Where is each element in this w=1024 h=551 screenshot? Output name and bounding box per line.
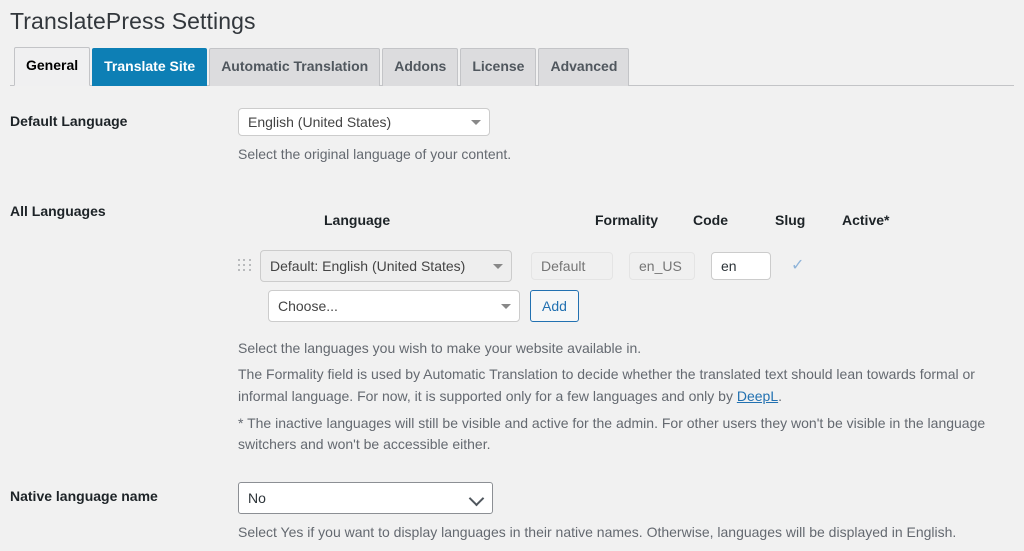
row-formality-input[interactable]	[531, 251, 613, 280]
deepl-trailing-text: .	[778, 388, 783, 405]
choose-language-select[interactable]: Choose...	[268, 289, 520, 322]
choose-language-placeholder: Choose...	[278, 297, 338, 314]
add-language-button[interactable]: Add	[530, 289, 579, 322]
languages-description-2: The Formality field is used by Automatic…	[238, 364, 1008, 407]
tab-general[interactable]: General	[14, 47, 91, 86]
drag-handle-icon[interactable]	[238, 258, 252, 273]
all-languages-row: All Languages Language Formality Code Sl…	[0, 202, 1024, 456]
languages-description-3: * The inactive languages will still be v…	[238, 414, 986, 453]
default-language-row: Default Language English (United States)…	[0, 100, 1024, 166]
column-header-formality: Formality	[595, 211, 659, 228]
check-icon[interactable]: ✓	[791, 257, 804, 274]
languages-description-1: Select the languages you wish to make yo…	[238, 339, 642, 356]
tab-license[interactable]: License	[460, 48, 537, 86]
row-code-input[interactable]	[629, 251, 695, 280]
tab-automatic-translation[interactable]: Automatic Translation	[209, 48, 381, 86]
tab-advanced[interactable]: Advanced	[538, 48, 630, 86]
formality-description-text: The Formality field is used by Automatic…	[238, 366, 975, 405]
tab-translate-site[interactable]: Translate Site	[92, 48, 208, 86]
column-header-code: Code	[693, 211, 728, 228]
page-title: TranslatePress Settings	[10, 8, 256, 34]
row-slug-input[interactable]	[711, 251, 771, 280]
native-language-name-description: Select Yes if you want to display langua…	[238, 524, 957, 541]
row-language-select[interactable]: Default: English (United States)	[260, 249, 512, 282]
default-language-label: Default Language	[10, 113, 128, 129]
deepl-link[interactable]: DeepL	[737, 388, 778, 404]
default-language-select[interactable]: English (United States)	[238, 108, 490, 136]
table-row: Default: English (United States) ✓	[230, 246, 1024, 286]
column-header-language: Language	[324, 211, 391, 228]
row-language-value: Default: English (United States)	[270, 257, 466, 274]
chevron-down-icon	[471, 120, 481, 125]
all-languages-label: All Languages	[10, 202, 106, 219]
native-language-name-select[interactable]: No Yes	[238, 482, 493, 515]
column-header-active: Active*	[842, 211, 890, 228]
tab-addons[interactable]: Addons	[382, 48, 459, 86]
add-language-row: Choose... Add	[230, 289, 1024, 322]
settings-form: Default Language English (United States)…	[0, 100, 1024, 544]
default-language-value: English (United States)	[248, 114, 392, 130]
column-header-slug: Slug	[775, 211, 806, 228]
default-language-description: Select the original language of your con…	[238, 146, 512, 162]
native-language-name-row: Native language name No Yes Select Yes i…	[0, 478, 1024, 544]
native-language-name-select-wrap: No Yes	[238, 482, 493, 515]
native-language-name-label: Native language name	[10, 488, 158, 505]
chevron-down-icon	[501, 303, 511, 309]
chevron-down-icon	[493, 263, 503, 269]
settings-tabs: General Translate Site Automatic Transla…	[10, 47, 1014, 86]
languages-table-header: Language Formality Code Slug Active*	[230, 202, 1024, 228]
